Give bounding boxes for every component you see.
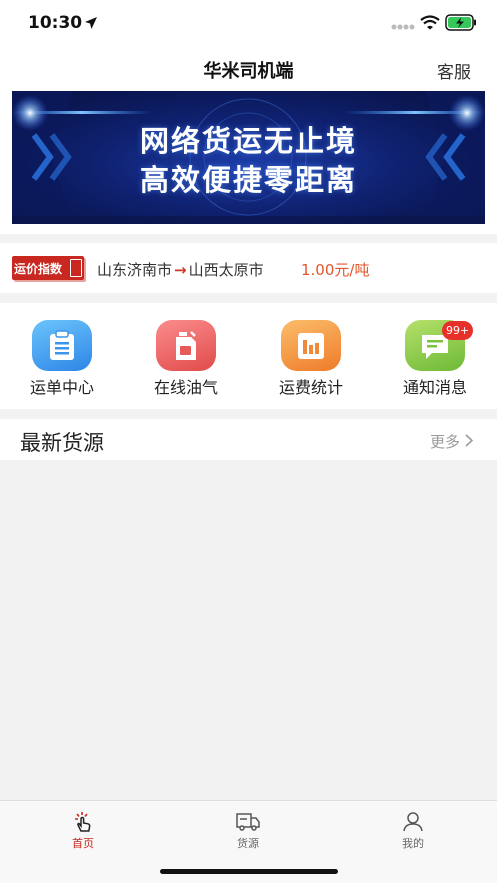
- freight-index-badge-label: 运价指数: [14, 262, 63, 276]
- shortcut-label: 运单中心: [29, 378, 94, 397]
- promo-banner[interactable]: 网络货运无止境 高效便捷零距离: [12, 91, 485, 224]
- battery-charging-icon: [445, 14, 476, 31]
- cargo-list-empty: [0, 460, 497, 800]
- shortcut-grid: 运单中心 在线油气 运费统计 99+ 通知消息: [0, 303, 497, 409]
- user-icon: [403, 812, 423, 832]
- freight-index-badge: 运价指数: [12, 256, 84, 280]
- tab-label: 首页: [72, 837, 94, 850]
- signal-icon: [391, 24, 415, 30]
- tab-label: 货源: [237, 837, 259, 850]
- location-arrow-icon: [85, 17, 97, 29]
- fuel-tile: [156, 320, 216, 371]
- tab-mine[interactable]: 我的: [363, 809, 463, 851]
- latest-cargo-header: 最新货源 更多: [0, 419, 497, 460]
- shortcut-online-fuel[interactable]: 在线油气: [136, 319, 236, 401]
- route-arrow-icon: →: [174, 261, 187, 279]
- freight-price: 1.00元/吨: [301, 261, 370, 279]
- freight-route: 山东济南市 → 山西太原市: [97, 259, 264, 280]
- tap-hand-icon: [75, 812, 91, 832]
- banner-headline-2: 高效便捷零距离: [139, 163, 357, 197]
- index-badge-icon: [70, 259, 82, 277]
- more-label: 更多: [429, 433, 460, 451]
- tab-label: 我的: [402, 837, 424, 850]
- route-destination: 山西太原市: [188, 261, 264, 279]
- customer-service-button[interactable]: 客服: [437, 58, 471, 83]
- shortcut-label: 运费统计: [278, 378, 343, 397]
- home-indicator: [160, 869, 338, 874]
- shortcut-freight-statistics[interactable]: 运费统计: [261, 319, 361, 401]
- chevron-right-icon: [465, 434, 474, 447]
- shortcut-notifications[interactable]: 99+ 通知消息: [385, 319, 485, 401]
- tab-home[interactable]: 首页: [33, 809, 133, 851]
- status-time: 10:30: [28, 13, 83, 33]
- truck-icon: [236, 813, 260, 831]
- section-title: 最新货源: [20, 431, 104, 455]
- clipboard-icon: [50, 330, 74, 360]
- tab-cargo[interactable]: 货源: [198, 809, 298, 851]
- route-origin: 山东济南市: [97, 261, 173, 279]
- shortcut-waybill-center[interactable]: 运单中心: [12, 319, 112, 401]
- more-link[interactable]: 更多: [429, 431, 474, 452]
- app-header: 华米司机端 客服: [0, 48, 497, 90]
- notification-count-badge: 99+: [442, 321, 474, 340]
- page-title: 华米司机端: [203, 61, 294, 82]
- shortcut-label: 在线油气: [153, 378, 218, 397]
- status-bar: 10:30: [0, 0, 497, 48]
- waybill-tile: [32, 320, 92, 371]
- banner-container: 网络货运无止境 高效便捷零距离: [0, 90, 497, 234]
- shortcut-label: 通知消息: [402, 378, 467, 397]
- fuel-can-icon: [176, 331, 196, 360]
- wifi-icon: [420, 15, 440, 30]
- freight-index-row[interactable]: 运价指数 山东济南市 → 山西太原市 1.00元/吨: [0, 243, 497, 293]
- bar-chart-icon: [298, 333, 324, 359]
- banner-headline-1: 网络货运无止境: [139, 124, 357, 158]
- statistics-tile: [281, 320, 341, 371]
